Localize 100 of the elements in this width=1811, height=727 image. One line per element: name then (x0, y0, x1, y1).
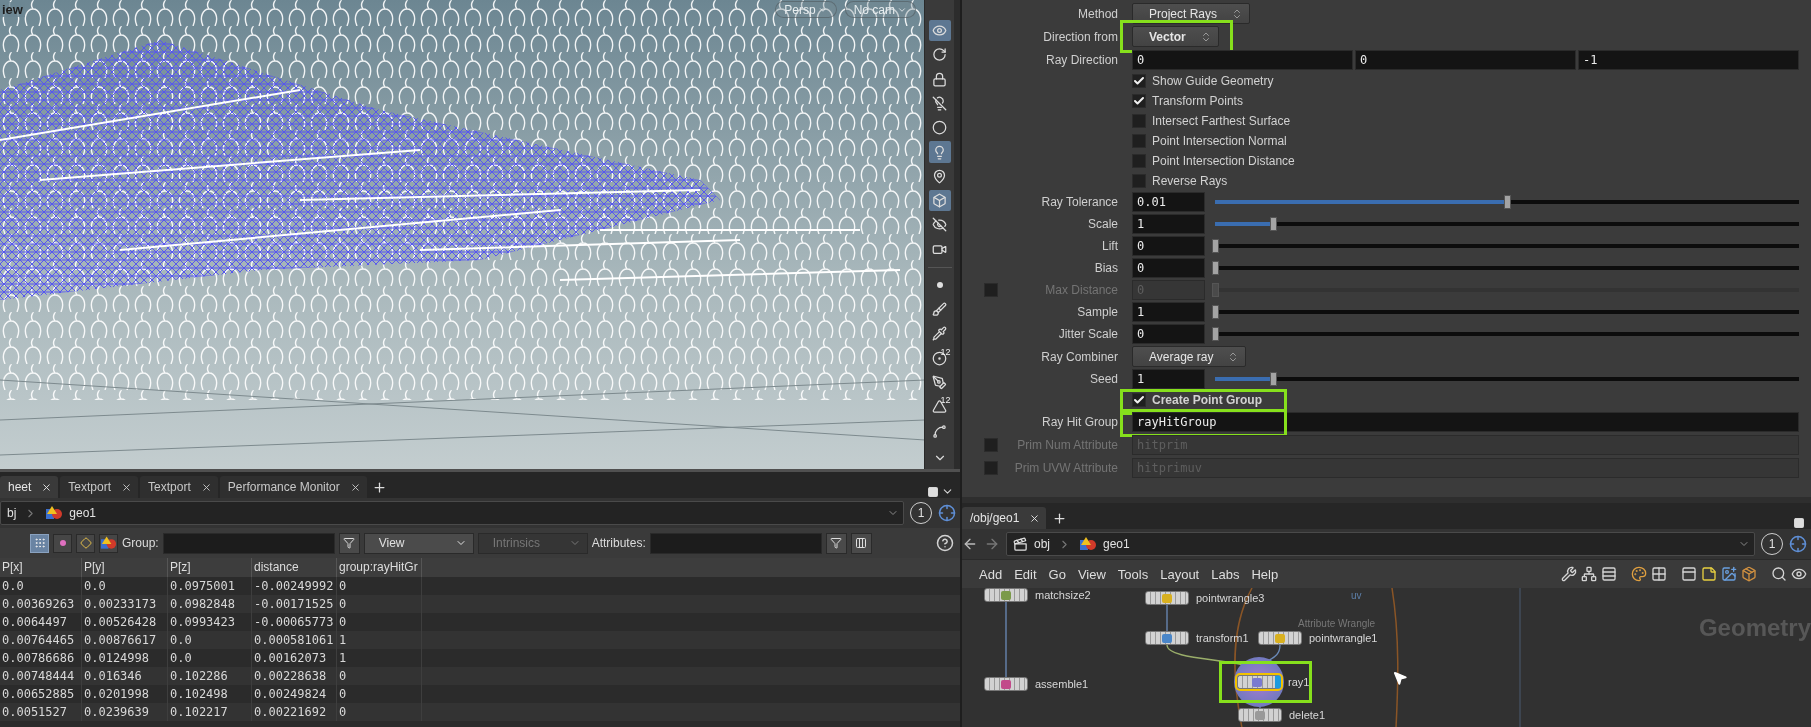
menu-item[interactable]: Edit (1009, 563, 1042, 585)
dot-icon (59, 540, 66, 546)
number-field[interactable]: 0.01 (1132, 192, 1205, 212)
palette-icon[interactable] (1631, 566, 1647, 582)
checkbox[interactable] (1132, 74, 1146, 88)
checkbox[interactable] (1132, 154, 1146, 168)
number-field[interactable]: 0 (1132, 236, 1205, 256)
node[interactable] (1145, 631, 1189, 645)
dropdown[interactable]: Project Rays (1132, 3, 1251, 24)
close-icon[interactable] (41, 481, 53, 493)
component-button[interactable] (76, 533, 95, 553)
number-field[interactable]: 1 (1132, 214, 1205, 234)
image-icon[interactable] (1721, 566, 1737, 582)
close-icon[interactable] (1029, 512, 1041, 524)
path-crumb[interactable]: obj (1011, 534, 1052, 554)
menu-item[interactable]: Labs (1206, 563, 1245, 585)
slider-handle[interactable] (1504, 195, 1511, 209)
filter-button[interactable] (825, 532, 847, 554)
shapes-icon (100, 535, 117, 551)
node[interactable] (1237, 675, 1281, 689)
checkbox-label: Intersect Farthest Surface (1152, 114, 1291, 128)
list-icon[interactable] (1601, 566, 1617, 582)
checkbox[interactable] (1132, 134, 1146, 148)
node[interactable] (984, 677, 1028, 691)
node[interactable] (984, 588, 1028, 602)
panel-tab[interactable]: /obj/geo1 (962, 507, 1047, 529)
menu-item[interactable]: Layout (1155, 563, 1205, 585)
dropdown[interactable]: Average ray (1132, 346, 1247, 367)
rotate-icon (932, 47, 947, 63)
path-field[interactable]: bj geo1 (0, 501, 904, 525)
component-button[interactable] (99, 533, 118, 553)
tree-icon[interactable] (1581, 566, 1597, 582)
slider-handle[interactable] (1212, 261, 1219, 275)
menu-item[interactable]: Help (1246, 563, 1284, 585)
menu-item[interactable]: Add (974, 563, 1008, 585)
panel-icon[interactable] (1681, 566, 1697, 582)
attributes-field[interactable] (649, 532, 822, 554)
target-icon[interactable] (1789, 535, 1807, 553)
node[interactable] (1145, 591, 1189, 605)
group-field[interactable] (162, 532, 335, 554)
checkbox[interactable] (1132, 114, 1146, 128)
parameter-label: Jitter Scale (1057, 327, 1118, 341)
eye-icon[interactable] (1791, 566, 1807, 582)
parameter-label: Max Distance (1044, 283, 1118, 297)
close-icon[interactable] (200, 481, 212, 493)
path-crumb[interactable]: bj (5, 503, 19, 523)
menu-item[interactable]: Tools (1112, 563, 1154, 585)
path-field[interactable]: obj geo1 (1006, 532, 1755, 556)
node[interactable] (1258, 631, 1302, 645)
checkbox[interactable] (1132, 393, 1146, 407)
number-field[interactable]: 0 (1132, 324, 1205, 344)
panel-tab[interactable]: Textport (60, 476, 139, 498)
number-field[interactable]: 1 (1132, 302, 1205, 322)
number-field[interactable]: 1 (1132, 369, 1205, 389)
panel-tab[interactable]: Performance Monitor (219, 476, 367, 498)
viewport-tool-button[interactable]: 12 (928, 396, 951, 418)
slider-handle[interactable] (1212, 305, 1219, 319)
sticky-note-icon[interactable] (1701, 566, 1717, 582)
filter-button[interactable] (338, 532, 360, 554)
parameter-label: Scale (1086, 217, 1118, 231)
panel-tab[interactable]: heet (0, 476, 59, 498)
slider-handle[interactable] (1212, 327, 1219, 341)
grid-icon[interactable] (1651, 566, 1667, 582)
slider-handle[interactable] (1212, 239, 1219, 253)
dropdown[interactable]: Vector (1132, 26, 1219, 47)
checkbox[interactable] (1132, 94, 1146, 108)
text-field[interactable]: rayHitGroup (1132, 411, 1799, 432)
number-field[interactable]: 0 (1132, 258, 1205, 278)
path-crumb[interactable]: geo1 (43, 503, 99, 523)
shapes-icon (45, 505, 64, 521)
panel-tab[interactable]: Textport (140, 476, 218, 498)
menu-item[interactable]: View (1072, 563, 1111, 585)
checkbox[interactable] (1132, 174, 1146, 188)
back-icon[interactable] (962, 536, 978, 552)
viewport-tool-button[interactable] (928, 20, 951, 42)
component-button[interactable] (53, 533, 72, 553)
path-crumb[interactable]: geo1 (1077, 534, 1132, 554)
viewport-tool-button[interactable]: 12 (928, 347, 951, 369)
forward-icon[interactable] (984, 536, 1000, 552)
dropdown[interactable]: View (363, 532, 474, 554)
wrench-icon[interactable] (1561, 566, 1577, 582)
help-icon[interactable] (936, 534, 954, 552)
panel-layout-icon[interactable] (927, 486, 939, 498)
target-icon[interactable] (938, 504, 956, 522)
search-icon[interactable] (1771, 566, 1787, 582)
slider-handle[interactable] (1270, 217, 1278, 231)
package-icon[interactable] (1741, 566, 1757, 582)
slider-handle[interactable] (1270, 372, 1278, 386)
viewport-tool-button[interactable] (928, 141, 951, 163)
number-field[interactable]: -1 (1578, 49, 1799, 70)
component-button[interactable] (30, 533, 49, 553)
number-field[interactable]: 0 (1132, 49, 1353, 70)
close-icon[interactable] (349, 481, 361, 493)
menu-item[interactable]: Go (1043, 563, 1071, 585)
columns-button[interactable] (850, 532, 872, 554)
panel-layout-icon[interactable] (1793, 517, 1805, 529)
close-icon[interactable] (121, 481, 133, 493)
viewport-tool-button[interactable] (928, 189, 951, 212)
number-field[interactable]: 0 (1355, 49, 1576, 70)
node[interactable] (1238, 708, 1282, 722)
